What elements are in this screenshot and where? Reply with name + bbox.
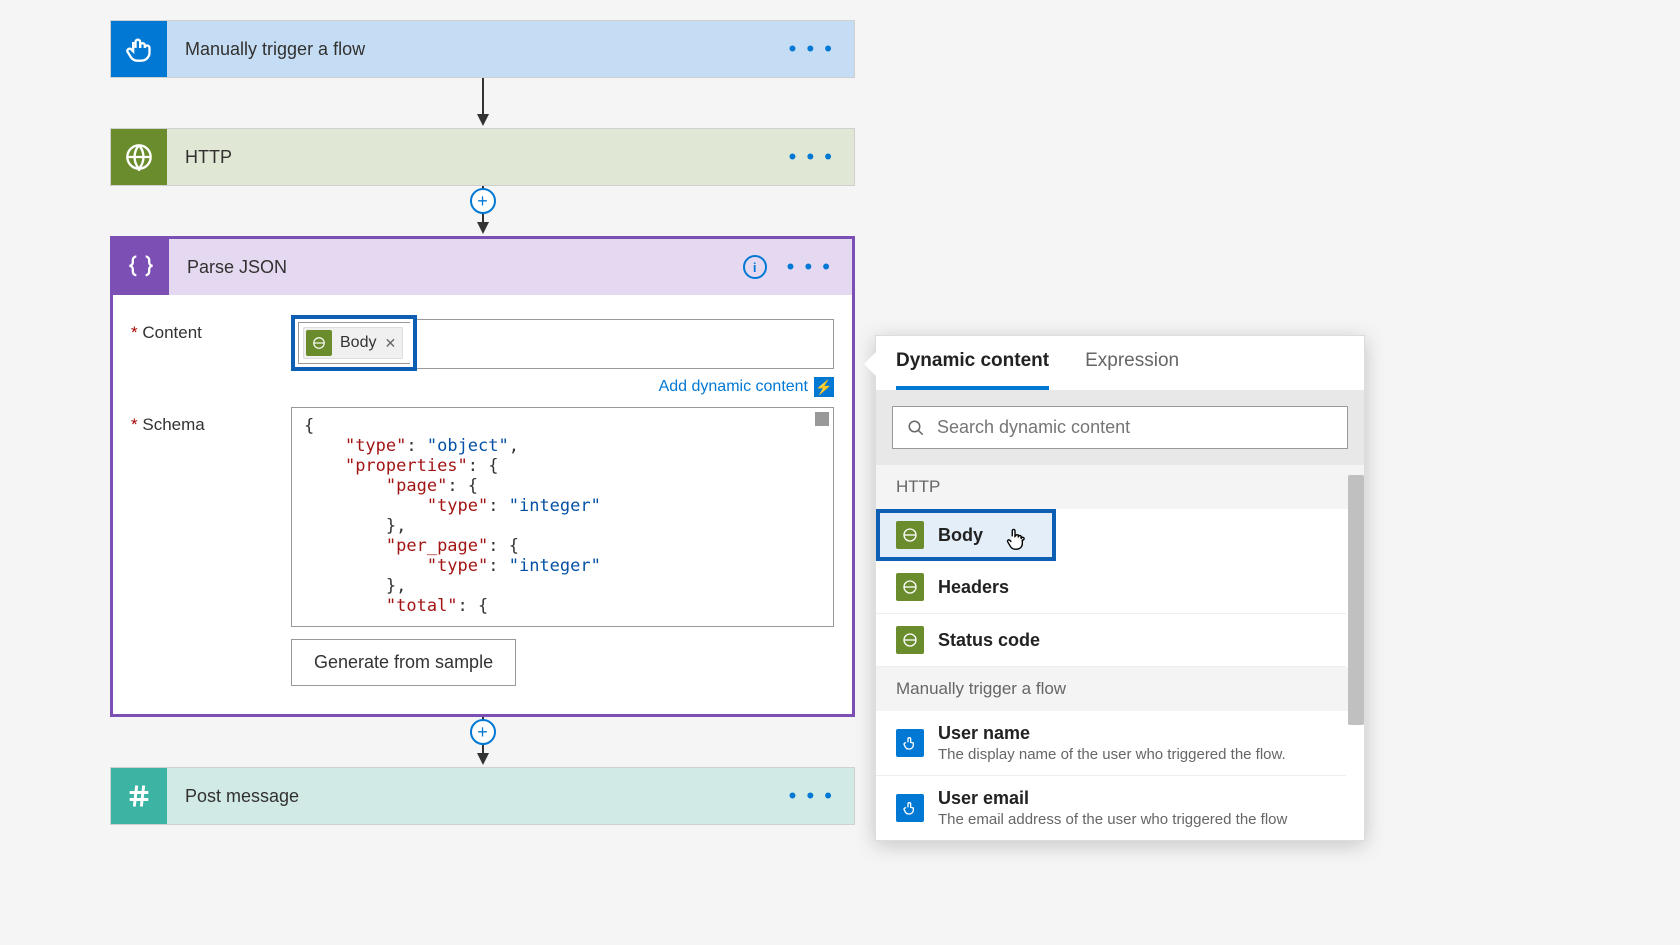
content-input[interactable] — [417, 319, 834, 369]
flow-arrow: + — [110, 186, 855, 236]
touch-icon — [896, 729, 924, 757]
tab-dynamic-content[interactable]: Dynamic content — [896, 350, 1049, 390]
section-header-http: HTTP — [876, 465, 1364, 509]
content-label: * Content — [131, 315, 291, 397]
step-title: HTTP — [167, 147, 789, 168]
schema-label: * Schema — [131, 407, 291, 686]
dynamic-content-panel: Dynamic content Expression HTTP Body — [875, 335, 1365, 841]
content-input-token-zone[interactable]: Body ✕ — [298, 322, 410, 364]
code-braces-icon — [113, 239, 169, 295]
http-token-icon — [306, 330, 332, 356]
body-token[interactable]: Body ✕ — [303, 327, 403, 359]
tab-expression[interactable]: Expression — [1085, 350, 1179, 390]
step-title: Post message — [167, 786, 789, 807]
step-post-message[interactable]: Post message • • • — [110, 767, 855, 825]
step-manual-trigger[interactable]: Manually trigger a flow • • • — [110, 20, 855, 78]
add-dynamic-content-link[interactable]: Add dynamic content ⚡ — [291, 377, 834, 397]
info-icon[interactable]: i — [743, 255, 767, 279]
dyn-item-status-code[interactable]: Status code — [876, 614, 1346, 667]
scrollbar[interactable] — [1348, 475, 1364, 725]
parse-json-body: * Content Body ✕ — [110, 295, 855, 717]
dyn-item-user-email[interactable]: User email The email address of the user… — [876, 776, 1346, 840]
flow-arrow: + — [110, 717, 855, 767]
scroll-handle[interactable] — [815, 412, 829, 426]
cursor-pointer-icon — [1004, 527, 1026, 553]
panel-tabs: Dynamic content Expression — [876, 336, 1364, 390]
add-step-button[interactable]: + — [470, 719, 496, 745]
more-icon[interactable]: • • • — [789, 144, 834, 170]
section-header-manual: Manually trigger a flow — [876, 667, 1364, 711]
touch-icon — [896, 794, 924, 822]
search-input-wrap[interactable] — [892, 406, 1348, 449]
remove-token-icon[interactable]: ✕ — [384, 335, 396, 352]
generate-from-sample-button[interactable]: Generate from sample — [291, 639, 516, 686]
more-icon[interactable]: • • • — [789, 36, 834, 62]
search-icon — [907, 419, 925, 437]
http-icon — [896, 626, 924, 654]
more-icon[interactable]: • • • — [787, 254, 832, 280]
add-step-button[interactable]: + — [470, 188, 496, 214]
step-parse-json[interactable]: Parse JSON i • • • — [110, 236, 855, 295]
dyn-item-body[interactable]: Body — [876, 509, 1056, 561]
schema-input[interactable]: { "type": "object", "properties": { "pag… — [291, 407, 834, 627]
hash-icon — [111, 768, 167, 824]
highlight-annotation: Body ✕ — [291, 315, 417, 371]
step-title: Parse JSON — [169, 257, 743, 278]
flow-arrow — [110, 78, 855, 128]
step-http[interactable]: HTTP • • • — [110, 128, 855, 186]
http-icon — [896, 573, 924, 601]
http-icon — [896, 521, 924, 549]
more-icon[interactable]: • • • — [789, 783, 834, 809]
flash-icon: ⚡ — [814, 377, 834, 397]
dynamic-content-list: HTTP Body Headers Status code Manual — [876, 465, 1364, 840]
step-title: Manually trigger a flow — [167, 39, 789, 60]
globe-icon — [111, 129, 167, 185]
touch-icon — [111, 21, 167, 77]
search-input[interactable] — [937, 417, 1333, 438]
dyn-item-headers[interactable]: Headers — [876, 561, 1346, 614]
dyn-item-user-name[interactable]: User name The display name of the user w… — [876, 711, 1346, 776]
